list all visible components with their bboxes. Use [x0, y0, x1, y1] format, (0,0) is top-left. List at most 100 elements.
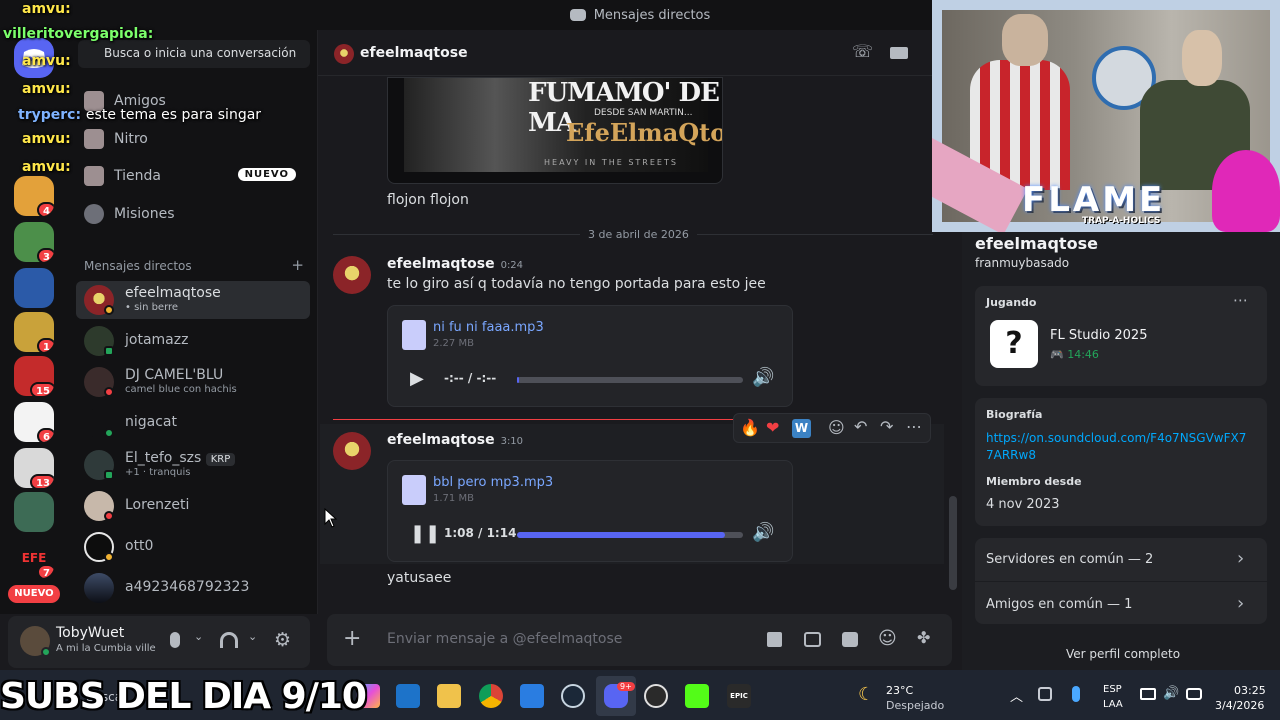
- status-idle-icon: [104, 552, 114, 562]
- more-options-icon[interactable]: ⋯: [1233, 291, 1248, 309]
- headphones-icon[interactable]: [220, 632, 238, 648]
- kick-icon[interactable]: [685, 684, 709, 708]
- avatar[interactable]: [333, 432, 371, 470]
- emoji-icon[interactable]: ☺: [878, 628, 897, 649]
- nav-shop[interactable]: Tienda NUEVO: [76, 158, 310, 194]
- network-off-icon[interactable]: [1038, 687, 1052, 701]
- nav-quests[interactable]: Misiones: [76, 196, 310, 232]
- dm-item-efeelmaqtose[interactable]: efeelmaqtose • sin berre: [76, 281, 310, 319]
- apps-icon[interactable]: ✤: [917, 628, 930, 647]
- volume-icon[interactable]: 🔊: [752, 522, 774, 543]
- chrome-icon[interactable]: [479, 684, 503, 708]
- cam-logo: FLAME: [1022, 180, 1166, 220]
- store-icon[interactable]: [520, 684, 544, 708]
- dm-item[interactable]: El_tefo_szs KRP +1 · tranquis: [76, 446, 310, 484]
- server-icon[interactable]: EFE 7: [14, 538, 54, 578]
- chevron-down-icon[interactable]: ⌄: [194, 630, 203, 643]
- dm-item[interactable]: jotamazz: [76, 322, 310, 360]
- obs-icon[interactable]: [644, 684, 668, 708]
- attach-plus-icon[interactable]: +: [343, 626, 361, 651]
- image-text: HEAVY IN THE STREETS: [544, 158, 678, 167]
- message-text: flojon flojon: [387, 192, 469, 208]
- status-online-icon: [41, 647, 51, 657]
- file-name-link[interactable]: ni fu ni faaa.mp3: [433, 320, 544, 335]
- settings-gear-icon[interactable]: ⚙: [274, 629, 291, 651]
- audio-attachment: ni fu ni faaa.mp3 2.27 MB ▶ -:-- / -:-- …: [387, 305, 793, 407]
- server-icon[interactable]: [14, 492, 54, 532]
- microphone-icon[interactable]: [1072, 686, 1080, 702]
- server-icon[interactable]: 15: [14, 356, 54, 396]
- gift-icon[interactable]: [767, 632, 782, 647]
- video-call-icon[interactable]: [890, 47, 908, 59]
- server-icon[interactable]: 1: [14, 312, 54, 352]
- dm-item[interactable]: nigacat: [76, 404, 310, 442]
- language-layout[interactable]: LAA: [1103, 699, 1123, 710]
- chat-scrollbar[interactable]: [949, 496, 957, 590]
- file-name-link[interactable]: bbl pero mp3.mp3: [433, 475, 553, 490]
- dm-item[interactable]: Lorenzeti: [76, 487, 310, 525]
- add-reaction-icon[interactable]: ☺: [828, 418, 845, 437]
- reply-icon[interactable]: ↶: [854, 417, 867, 436]
- outlook-icon[interactable]: [396, 684, 420, 708]
- audio-progress-fill: [517, 532, 725, 538]
- chevron-up-icon[interactable]: ︿: [1010, 686, 1023, 705]
- about-card: Biografía https://on.soundcloud.com/F4o7…: [975, 398, 1267, 526]
- forward-icon[interactable]: ↷: [880, 417, 893, 436]
- play-icon[interactable]: ▶: [410, 368, 424, 389]
- image-text: EfeElmaQtose: [566, 118, 722, 147]
- volume-icon[interactable]: 🔊: [752, 367, 774, 388]
- dm-item[interactable]: ott0: [76, 528, 310, 566]
- voice-call-icon[interactable]: ☏: [852, 42, 873, 62]
- avatar[interactable]: [333, 256, 371, 294]
- add-dm-button[interactable]: +: [291, 256, 304, 274]
- server-icon[interactable]: 4: [14, 176, 54, 216]
- new-servers-badge[interactable]: NUEVO: [8, 585, 60, 603]
- mutual-friends-button[interactable]: Amigos en común — 1: [986, 597, 1132, 612]
- dm-item[interactable]: a4923468792323: [76, 569, 310, 607]
- chat-header-name[interactable]: efeelmaqtose: [360, 45, 468, 61]
- server-icon[interactable]: 6: [14, 402, 54, 442]
- more-options-icon[interactable]: ⋯: [906, 417, 922, 436]
- cam-logo-sub: TRAP-A-HOLICS: [1082, 216, 1161, 226]
- language-indicator[interactable]: ESP: [1103, 684, 1122, 695]
- status-mobile-icon: [104, 470, 114, 480]
- network-icon[interactable]: [1140, 688, 1156, 700]
- audio-file-icon: [402, 475, 426, 505]
- search-input[interactable]: Busca o inicia una conversación: [78, 40, 310, 68]
- weather-temp[interactable]: 23°C: [886, 684, 913, 697]
- clock-date[interactable]: 3/4/2026: [1215, 699, 1264, 712]
- message-author[interactable]: efeelmaqtose 3:10: [387, 432, 523, 448]
- view-full-profile-button[interactable]: Ver perfil completo: [1066, 647, 1180, 661]
- w-reaction-icon[interactable]: W: [792, 419, 811, 438]
- chevron-right-icon: ›: [1237, 593, 1245, 614]
- fire-reaction-icon[interactable]: 🔥: [740, 418, 760, 437]
- audio-seek-bar[interactable]: [517, 532, 743, 538]
- weather-desc[interactable]: Despejado: [886, 699, 944, 712]
- stream-chat-line: amvu:: [22, 53, 71, 69]
- bio-link[interactable]: https://on.soundcloud.com/F4o7NSGVwFX77A…: [986, 430, 1252, 464]
- message-text: yatusaee: [387, 570, 452, 586]
- server-icon[interactable]: 3: [14, 222, 54, 262]
- chevron-down-icon[interactable]: ⌄: [248, 630, 257, 643]
- message-author[interactable]: efeelmaqtose 0:24: [387, 256, 523, 272]
- sticker-icon[interactable]: [842, 632, 858, 647]
- nav-nitro[interactable]: Nitro: [76, 121, 310, 157]
- dm-item[interactable]: DJ CAMEL'BLU camel blue con hachis: [76, 363, 310, 401]
- battery-icon[interactable]: [1186, 688, 1202, 700]
- audio-attachment: bbl pero mp3.mp3 1.71 MB ❚❚ 1:08 / 1:14 …: [387, 460, 793, 562]
- audio-seek-bar[interactable]: [517, 377, 743, 383]
- mic-icon[interactable]: [170, 632, 180, 648]
- steam-icon[interactable]: [561, 684, 585, 708]
- gif-icon[interactable]: [804, 632, 821, 647]
- pause-icon[interactable]: ❚❚: [410, 523, 440, 544]
- server-icon[interactable]: [14, 268, 54, 308]
- message-input[interactable]: Enviar mensaje a @efeelmaqtose: [387, 631, 622, 647]
- heart-reaction-icon[interactable]: ❤: [766, 418, 779, 437]
- server-icon[interactable]: 13: [14, 448, 54, 488]
- epic-games-icon[interactable]: EPIC: [727, 684, 751, 708]
- clock-time[interactable]: 03:25: [1234, 684, 1266, 697]
- embedded-image[interactable]: FUMAMO' DE MA DESDE SAN MARTIN... EfeElm…: [387, 77, 723, 184]
- file-explorer-icon[interactable]: [437, 684, 461, 708]
- mutual-servers-button[interactable]: Servidores en común — 2 › Amigos en comú…: [975, 538, 1267, 624]
- volume-icon[interactable]: 🔊: [1163, 686, 1179, 701]
